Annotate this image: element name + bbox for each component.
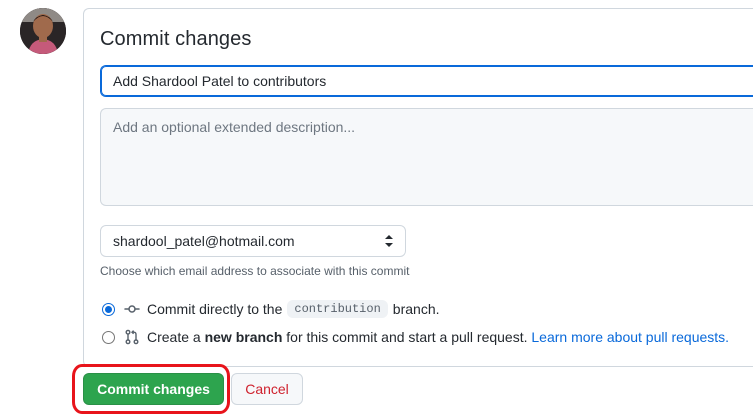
learn-more-pull-requests-link[interactable]: Learn more about pull requests. (531, 329, 729, 345)
commit-panel-title: Commit changes (100, 28, 252, 50)
commit-email-hint: Choose which email address to associate … (100, 264, 410, 278)
commit-summary-input[interactable] (100, 65, 753, 97)
commit-email-select[interactable]: shardool_patel@hotmail.com (100, 225, 406, 257)
cancel-button[interactable]: Cancel (231, 373, 303, 405)
commit-direct-option[interactable]: Commit directly to the contribution bran… (102, 300, 440, 318)
branch-name-chip: contribution (287, 300, 388, 318)
commit-email-value: shardool_patel@hotmail.com (113, 233, 295, 249)
git-commit-icon (124, 305, 140, 313)
commit-direct-text-after: branch. (392, 301, 440, 317)
create-branch-bold-text: new branch (204, 329, 283, 345)
create-branch-option[interactable]: Create a new branch for this commit and … (102, 329, 729, 345)
commit-changes-button[interactable]: Commit changes (83, 373, 224, 405)
commit-direct-radio[interactable] (102, 302, 115, 316)
create-branch-text-after: for this commit and start a pull request… (286, 329, 528, 345)
user-avatar (20, 8, 66, 54)
git-pull-request-icon (125, 329, 139, 345)
commit-description-input[interactable] (100, 108, 753, 206)
select-arrows-icon (385, 235, 393, 247)
commit-direct-text-before: Commit directly to the (147, 301, 283, 317)
create-branch-radio[interactable] (102, 330, 115, 344)
create-branch-text-before: Create a (147, 329, 201, 345)
